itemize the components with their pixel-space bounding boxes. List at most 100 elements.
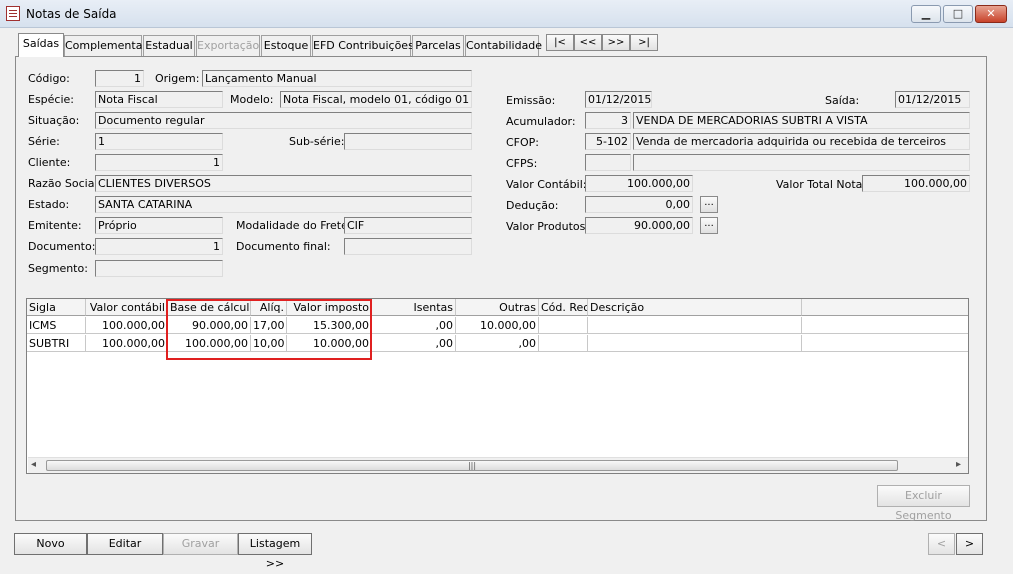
saida-label: Saída: — [825, 94, 860, 107]
table-row-filler — [802, 317, 968, 334]
emitente-field[interactable]: Próprio — [95, 217, 223, 234]
table-row-cell[interactable] — [588, 335, 802, 352]
listagem-button[interactable]: Listagem >> — [238, 533, 312, 570]
estado-label: Estado: — [28, 198, 70, 211]
acumulador-desc-field: VENDA DE MERCADORIAS SUBTRI A VISTA — [633, 112, 970, 129]
table-row-cell[interactable]: ,00 — [372, 317, 456, 334]
origem-field[interactable]: Lançamento Manual — [202, 70, 472, 87]
window-title: Notas de Saída — [26, 7, 117, 21]
valor-produtos-label: Valor Produtos: — [506, 220, 590, 233]
valor-produtos-field[interactable]: 90.000,00 — [585, 217, 693, 234]
minimize-icon[interactable]: ▁ — [911, 5, 941, 23]
table-row-cell[interactable] — [539, 335, 588, 352]
cfop-code-field[interactable]: 5-102 — [585, 133, 631, 150]
table-row-cell[interactable]: ICMS — [27, 317, 86, 334]
modalidade-frete-label: Modalidade do Frete: — [236, 219, 352, 232]
modelo-label: Modelo: — [230, 93, 274, 106]
modelo-field[interactable]: Nota Fiscal, modelo 01, código 01 — [280, 91, 472, 108]
saida-field[interactable]: 01/12/2015 — [895, 91, 970, 108]
segmento-field[interactable] — [95, 260, 223, 277]
cfps-code-field[interactable] — [585, 154, 631, 171]
documento-final-field[interactable] — [344, 238, 472, 255]
deducao-field[interactable]: 0,00 — [585, 196, 693, 213]
subserie-label: Sub-série: — [289, 135, 345, 148]
highlight-box — [166, 299, 372, 360]
tab-saidas[interactable]: Saídas — [18, 33, 64, 57]
estado-field[interactable]: SANTA CATARINA — [95, 196, 472, 213]
valor-produtos-more-button[interactable]: ... — [700, 217, 718, 234]
subserie-field[interactable] — [344, 133, 472, 150]
documento-final-label: Documento final: — [236, 240, 331, 253]
valor-total-nota-label: Valor Total Nota: — [776, 178, 867, 191]
scroll-thumb[interactable]: ||| — [46, 460, 898, 471]
next-page-button[interactable]: > — [956, 533, 983, 555]
horizontal-scrollbar[interactable]: ◂ ||| ▸ — [28, 457, 968, 473]
codigo-label: Código: — [28, 72, 70, 85]
table-row-cell[interactable] — [588, 317, 802, 334]
serie-label: Série: — [28, 135, 60, 148]
cfps-label: CFPS: — [506, 157, 538, 170]
cfop-label: CFOP: — [506, 136, 540, 149]
table-row-cell[interactable]: ,00 — [456, 335, 539, 352]
modalidade-frete-field[interactable]: CIF — [344, 217, 472, 234]
gravar-button[interactable]: Gravar — [163, 533, 238, 555]
grid-header-outras[interactable]: Outras — [456, 299, 539, 316]
documento-field[interactable]: 1 — [95, 238, 223, 255]
cliente-field[interactable]: 1 — [95, 154, 223, 171]
grid-header-cod-rec[interactable]: Cód. Rec. — [539, 299, 588, 316]
cliente-label: Cliente: — [28, 156, 71, 169]
deducao-more-button[interactable]: ... — [700, 196, 718, 213]
previous-record-button[interactable]: << — [574, 34, 602, 51]
razao-social-field[interactable]: CLIENTES DIVERSOS — [95, 175, 472, 192]
scroll-left-icon[interactable]: ◂ — [31, 459, 36, 470]
deducao-label: Dedução: — [506, 199, 559, 212]
table-row-cell[interactable]: ,00 — [372, 335, 456, 352]
especie-field[interactable]: Nota Fiscal — [95, 91, 223, 108]
maximize-icon[interactable]: □ — [943, 5, 973, 23]
codigo-field[interactable]: 1 — [95, 70, 144, 87]
grid-header-valor-contabil[interactable]: Valor contábil — [86, 299, 168, 316]
documento-label: Documento: — [28, 240, 96, 253]
valor-total-nota-field[interactable]: 100.000,00 — [862, 175, 970, 192]
cfps-desc-field — [633, 154, 970, 171]
next-record-button[interactable]: >> — [602, 34, 630, 51]
scroll-right-icon[interactable]: ▸ — [956, 459, 961, 470]
cfop-desc-field: Venda de mercadoria adquirida ou recebid… — [633, 133, 970, 150]
editar-button[interactable]: Editar — [87, 533, 163, 555]
grid-header-descricao[interactable]: Descrição — [588, 299, 802, 316]
tab-efd-contribuicoes[interactable]: EFD Contribuições — [312, 35, 414, 56]
tab-estoque[interactable]: Estoque — [261, 35, 311, 56]
emitente-label: Emitente: — [28, 219, 82, 232]
previous-page-button[interactable]: < — [928, 533, 955, 555]
novo-button[interactable]: Novo — [14, 533, 87, 555]
table-row-cell[interactable]: 100.000,00 — [86, 335, 168, 352]
last-record-button[interactable]: >| — [630, 34, 658, 51]
segmento-label: Segmento: — [28, 262, 88, 275]
acumulador-code-field[interactable]: 3 — [585, 112, 631, 129]
valor-contabil-field[interactable]: 100.000,00 — [585, 175, 693, 192]
first-record-button[interactable]: |< — [546, 34, 574, 51]
table-row-cell[interactable]: 10.000,00 — [456, 317, 539, 334]
emissao-field[interactable]: 01/12/2015 — [585, 91, 652, 108]
tab-parcelas[interactable]: Parcelas — [412, 35, 464, 56]
especie-label: Espécie: — [28, 93, 75, 106]
origem-label: Origem: — [155, 72, 200, 85]
grid-header-isentas[interactable]: Isentas — [372, 299, 456, 316]
situacao-field[interactable]: Documento regular — [95, 112, 472, 129]
tab-complementar[interactable]: Complementar — [64, 35, 147, 56]
table-row-cell[interactable] — [539, 317, 588, 334]
acumulador-label: Acumulador: — [506, 115, 576, 128]
excluir-segmento-button[interactable]: Excluir Segmento — [877, 485, 970, 522]
grid-header-sigla[interactable]: Sigla — [27, 299, 86, 316]
document-icon — [6, 6, 20, 21]
serie-field[interactable]: 1 — [95, 133, 223, 150]
grid-header-filler — [802, 299, 968, 316]
tab-exportacao[interactable]: Exportação — [196, 35, 260, 56]
razao-social-label: Razão Social: — [28, 177, 102, 190]
table-row-cell[interactable]: 100.000,00 — [86, 317, 168, 334]
table-row-cell[interactable]: SUBTRI — [27, 335, 86, 352]
title-bar — [0, 0, 1013, 28]
tab-estadual[interactable]: Estadual — [143, 35, 195, 56]
tab-contabilidade[interactable]: Contabilidade — [465, 35, 542, 56]
close-icon[interactable]: ✕ — [975, 5, 1007, 23]
